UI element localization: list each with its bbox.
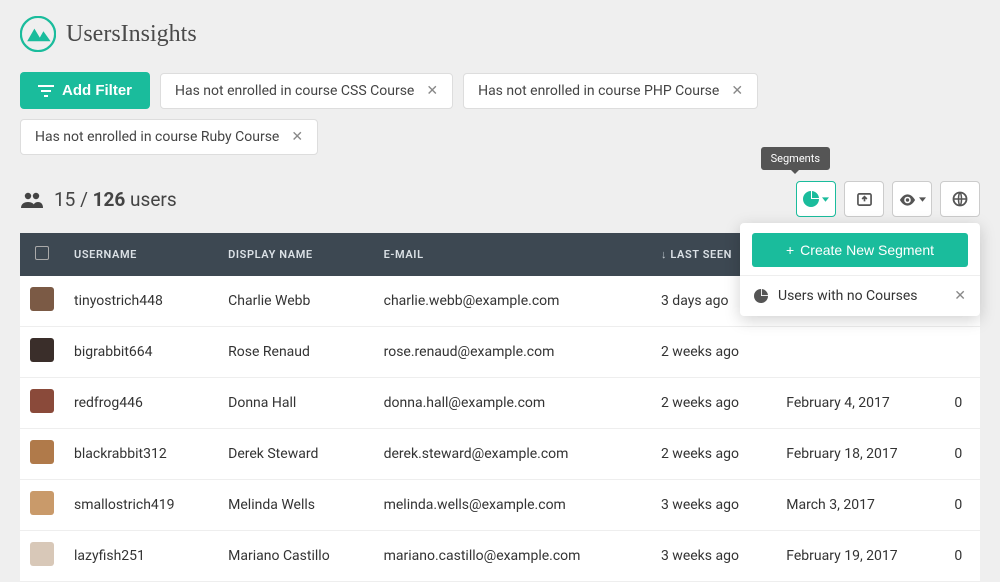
plus-icon: +: [786, 242, 794, 258]
cell-display-name: Derek Steward: [218, 429, 373, 480]
cell-email: charlie.webb@example.com: [374, 276, 651, 327]
col-email[interactable]: E-MAIL: [374, 233, 651, 276]
table-row[interactable]: blackrabbit312Derek Stewardderek.steward…: [20, 429, 980, 480]
table-row[interactable]: bigrabbit664Rose Renaudrose.renaud@examp…: [20, 327, 980, 378]
cell-count: 0: [944, 429, 980, 480]
cell-date: February 4, 2017: [776, 378, 944, 429]
cell-count: [944, 327, 980, 378]
remove-filter-icon[interactable]: ✕: [291, 129, 303, 145]
pie-chart-icon: [754, 288, 768, 304]
create-segment-button[interactable]: + Create New Segment: [752, 233, 968, 267]
segment-item[interactable]: Users with no Courses ✕: [740, 275, 980, 316]
cell-display-name: Charlie Webb: [218, 276, 373, 327]
user-count: 15 / 126 users: [20, 188, 177, 211]
count-shown: 15: [54, 188, 75, 211]
cell-email: derek.steward@example.com: [374, 429, 651, 480]
filter-chip[interactable]: Has not enrolled in course CSS Course ✕: [160, 73, 453, 109]
filters-bar: Add Filter Has not enrolled in course CS…: [0, 68, 1000, 167]
segments-tooltip: Segments: [761, 147, 830, 170]
pie-chart-icon: [803, 191, 819, 207]
cell-count: 0: [944, 531, 980, 582]
cell-email: mariano.castillo@example.com: [374, 531, 651, 582]
avatar: [30, 287, 54, 311]
users-group-icon: [20, 188, 44, 211]
delete-segment-icon[interactable]: ✕: [954, 288, 966, 304]
col-username[interactable]: USERNAME: [64, 233, 218, 276]
add-filter-label: Add Filter: [62, 82, 132, 99]
select-all-checkbox[interactable]: [35, 246, 49, 260]
filter-chip[interactable]: Has not enrolled in course PHP Course ✕: [463, 73, 758, 109]
export-button[interactable]: [844, 181, 884, 217]
chevron-down-icon: [919, 192, 926, 207]
filter-chip-label: Has not enrolled in course PHP Course: [478, 83, 719, 99]
cell-username: blackrabbit312: [64, 429, 218, 480]
table-row[interactable]: lazyfish251Mariano Castillomariano.casti…: [20, 531, 980, 582]
cell-count: 0: [944, 480, 980, 531]
cell-count: 0: [944, 378, 980, 429]
cell-email: melinda.wells@example.com: [374, 480, 651, 531]
cell-last-seen: 2 weeks ago: [651, 429, 776, 480]
add-filter-button[interactable]: Add Filter: [20, 72, 150, 109]
cell-username: redfrog446: [64, 378, 218, 429]
avatar: [30, 491, 54, 515]
visibility-button[interactable]: [892, 181, 932, 217]
globe-icon: [952, 191, 968, 207]
filter-chip-label: Has not enrolled in course Ruby Course: [35, 129, 279, 145]
avatar: [30, 440, 54, 464]
count-total: 126: [93, 188, 126, 211]
avatar: [30, 338, 54, 362]
app-header: UsersInsights: [0, 0, 1000, 68]
eye-icon: [899, 192, 916, 207]
chevron-down-icon: [822, 192, 829, 207]
cell-display-name: Melinda Wells: [218, 480, 373, 531]
cell-date: February 19, 2017: [776, 531, 944, 582]
segments-dropdown: + Create New Segment Users with no Cours…: [740, 223, 980, 316]
cell-email: donna.hall@example.com: [374, 378, 651, 429]
stats-bar: 15 / 126 users Segments + Create New Seg…: [0, 167, 1000, 227]
count-suffix: users: [130, 188, 177, 211]
remove-filter-icon[interactable]: ✕: [731, 83, 743, 99]
cell-date: March 3, 2017: [776, 480, 944, 531]
cell-date: [776, 327, 944, 378]
filter-chip[interactable]: Has not enrolled in course Ruby Course ✕: [20, 119, 318, 155]
export-icon: [857, 191, 872, 207]
segment-item-label: Users with no Courses: [778, 288, 917, 304]
table-row[interactable]: redfrog446Donna Halldonna.hall@example.c…: [20, 378, 980, 429]
table-row[interactable]: smallostrich419Melinda Wellsmelinda.well…: [20, 480, 980, 531]
cell-display-name: Rose Renaud: [218, 327, 373, 378]
cell-last-seen: 2 weeks ago: [651, 378, 776, 429]
cell-username: smallostrich419: [64, 480, 218, 531]
toolbar: Segments + Create New Segment Users: [796, 181, 980, 217]
cell-last-seen: 3 weeks ago: [651, 480, 776, 531]
cell-display-name: Mariano Castillo: [218, 531, 373, 582]
segments-button[interactable]: [796, 181, 836, 217]
cell-username: bigrabbit664: [64, 327, 218, 378]
create-segment-label: Create New Segment: [800, 242, 934, 258]
col-display-name[interactable]: DISPLAY NAME: [218, 233, 373, 276]
filter-chip-label: Has not enrolled in course CSS Course: [175, 83, 414, 99]
avatar: [30, 389, 54, 413]
brand-name: UsersInsights: [66, 21, 197, 48]
globe-button[interactable]: [940, 181, 980, 217]
cell-last-seen: 3 weeks ago: [651, 531, 776, 582]
cell-last-seen: 2 weeks ago: [651, 327, 776, 378]
filter-icon: [38, 82, 54, 99]
cell-email: rose.renaud@example.com: [374, 327, 651, 378]
cell-display-name: Donna Hall: [218, 378, 373, 429]
cell-date: February 18, 2017: [776, 429, 944, 480]
logo-icon: [20, 16, 56, 52]
avatar: [30, 542, 54, 566]
remove-filter-icon[interactable]: ✕: [426, 83, 438, 99]
cell-username: tinyostrich448: [64, 276, 218, 327]
cell-username: lazyfish251: [64, 531, 218, 582]
